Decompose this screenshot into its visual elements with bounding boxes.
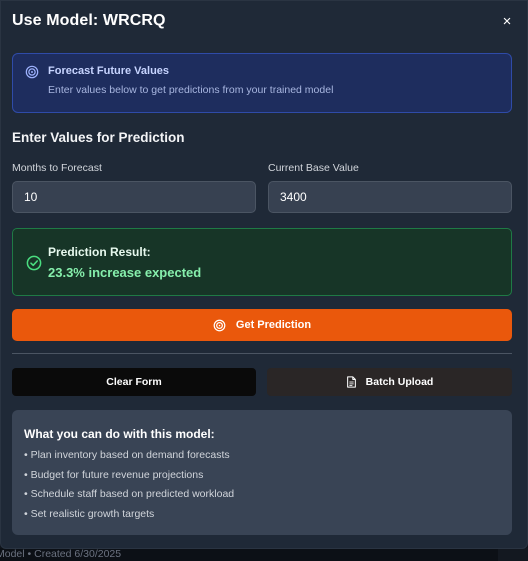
info-title: Forecast Future Values [48,65,170,77]
list-item: • Budget for future revenue projections [24,468,204,481]
clear-form-button[interactable]: Clear Form [12,368,256,396]
list-item: • Set realistic growth targets [24,507,155,520]
batch-upload-button[interactable]: Batch Upload [267,368,512,396]
result-title: Prediction Result: [48,245,151,259]
months-to-forecast-label: Months to Forecast [12,162,102,174]
model-uses-box: What you can do with this model: • Plan … [12,410,512,535]
get-prediction-label: Get Prediction [235,319,312,331]
months-to-forecast-input[interactable] [12,181,256,213]
background-footer: Model • Created 6/30/2025 [0,548,528,561]
batch-upload-label: Batch Upload [365,376,434,388]
forecast-info-box: Forecast Future Values Enter values belo… [12,53,512,113]
background-footer-block [498,548,528,561]
result-value: 23.3% increase expected [48,265,202,280]
use-model-modal: Use Model: WRCRQ × Forecast Future Value… [0,0,528,549]
current-base-value-input[interactable] [268,181,512,213]
section-title: Enter Values for Prediction [12,130,185,145]
modal-title: Use Model: WRCRQ [12,12,166,29]
list-item: • Schedule staff based on predicted work… [24,488,235,501]
list-item: • Plan inventory based on demand forecas… [24,449,230,461]
file-icon [346,376,356,388]
info-text: Enter values below to get predictions fr… [48,84,334,96]
help-list: • Plan inventory based on demand forecas… [24,449,234,527]
target-icon [25,65,39,79]
close-button[interactable]: × [498,13,516,31]
divider [12,353,512,354]
prediction-result-box: Prediction Result: 23.3% increase expect… [12,228,512,296]
current-base-value-label: Current Base Value [268,162,359,174]
target-icon [213,319,226,331]
check-circle-icon [26,255,42,271]
background-footer-text: Model • Created 6/30/2025 [0,548,122,560]
modal-header: Use Model: WRCRQ × [12,12,516,34]
get-prediction-button[interactable]: Get Prediction [12,309,512,341]
help-title: What you can do with this model: [24,427,215,441]
